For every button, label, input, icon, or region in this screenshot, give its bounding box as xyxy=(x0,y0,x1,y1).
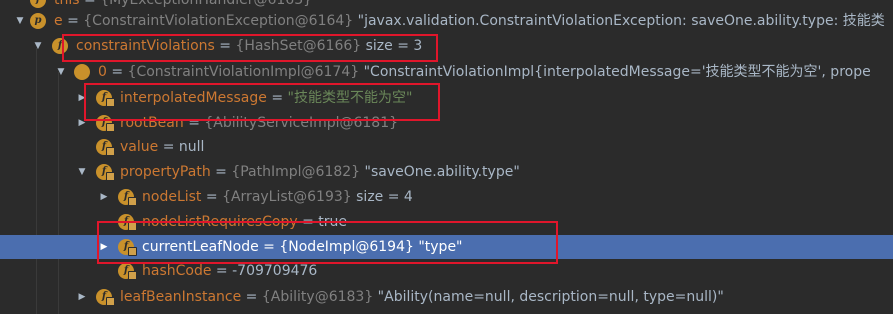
tree-row-value[interactable]: f value = null xyxy=(0,135,893,159)
variable-name: nodeList xyxy=(142,189,202,205)
equals-sign: = xyxy=(214,38,236,54)
lock-icon xyxy=(106,172,115,181)
variable-value: "type" xyxy=(413,239,463,255)
expand-arrow-icon[interactable]: ▼ xyxy=(14,9,26,33)
variable-type: {HashSet@6166} xyxy=(235,38,362,54)
variable-value: size = 3 xyxy=(361,38,423,54)
variable-value: "ConstraintViolationImpl{interpolatedMes… xyxy=(359,64,871,80)
equals-sign: = xyxy=(183,115,205,131)
tree-row-leafBeanInstance[interactable]: ▶ f leafBeanInstance = {Ability@6183} "A… xyxy=(0,285,893,309)
tree-row-e[interactable]: ▼ p e = {ConstraintViolationException@61… xyxy=(0,9,893,33)
variable-type: {Ability@6183} xyxy=(261,289,374,305)
equals-sign: = xyxy=(258,239,280,255)
equals-sign: = xyxy=(297,214,319,230)
tree-row-nodeListRequiresCopy[interactable]: f nodeListRequiresCopy = true xyxy=(0,210,893,234)
tree-row-rootBean[interactable]: ▶ f rootBean = {AbilityServiceImpl@6181} xyxy=(0,111,893,135)
tree-row-propertyPath[interactable]: ▼ f propertyPath = {PathImpl@6182} "save… xyxy=(0,160,893,184)
expand-arrow-icon[interactable]: ▼ xyxy=(55,60,67,84)
lock-icon xyxy=(106,123,115,132)
variable-name: 0 xyxy=(98,64,107,80)
collapse-arrow-icon[interactable]: ▶ xyxy=(98,185,110,209)
variable-type: {ConstraintViolationImpl@6174} xyxy=(127,64,360,80)
equals-sign: = xyxy=(62,13,84,29)
lock-icon xyxy=(106,297,115,306)
variable-value: size = 4 xyxy=(351,189,413,205)
expand-arrow-icon[interactable]: ▼ xyxy=(76,160,88,184)
variable-value: "Ability(name=null, description=null, ty… xyxy=(373,289,724,305)
lock-icon xyxy=(106,98,115,107)
variable-type: {NodeImpl@6194} xyxy=(279,239,414,255)
variable-value: "技能类型不能为空" xyxy=(287,90,413,106)
variable-type: {AbilityServiceImpl@6181} xyxy=(204,115,399,131)
debugger-variables-tree: f this = {MyExceptionHandler@6163} ▼ p e… xyxy=(0,0,893,314)
equals-sign: = xyxy=(158,139,179,155)
variable-value: true xyxy=(318,214,348,230)
expand-arrow-icon[interactable]: ▼ xyxy=(32,34,44,58)
variable-name: e xyxy=(54,13,63,29)
tree-row-interpolatedMessage[interactable]: ▶ f interpolatedMessage = "技能类型不能为空" xyxy=(0,86,893,110)
lock-icon xyxy=(128,247,137,256)
variable-name: nodeListRequiresCopy xyxy=(142,214,298,230)
field-icon: f xyxy=(30,0,46,8)
lock-icon xyxy=(106,147,115,156)
collapse-arrow-icon[interactable]: ▶ xyxy=(76,86,88,110)
parameter-icon: p xyxy=(30,13,46,29)
lock-icon xyxy=(128,197,137,206)
tree-row-index-0[interactable]: ▼ 0 = {ConstraintViolationImpl@6174} "Co… xyxy=(0,60,893,84)
variable-type: {MyExceptionHandler@6163} xyxy=(100,0,313,8)
variable-name: this xyxy=(54,0,80,8)
variable-value: -709709476 xyxy=(232,263,318,279)
variable-name: leafBeanInstance xyxy=(120,289,242,305)
variable-value: null xyxy=(178,139,205,155)
variable-value: "javax.validation.ConstraintViolationExc… xyxy=(353,13,885,29)
equals-sign: = xyxy=(241,289,262,305)
variable-name: rootBean xyxy=(120,115,184,131)
collapse-arrow-icon[interactable]: ▶ xyxy=(98,235,110,259)
collapse-arrow-icon[interactable]: ▶ xyxy=(76,285,88,309)
equals-sign: = xyxy=(210,164,232,180)
equals-sign: = xyxy=(266,90,288,106)
variable-type: {PathImpl@6182} xyxy=(231,164,361,180)
variable-name: value xyxy=(120,139,159,155)
variable-name: currentLeafNode xyxy=(142,239,259,255)
equals-sign: = xyxy=(201,189,223,205)
variable-type: {ArrayList@6193} xyxy=(222,189,352,205)
equals-sign: = xyxy=(211,263,233,279)
variable-type: {ConstraintViolationException@6164} xyxy=(83,13,354,29)
lock-icon xyxy=(128,222,137,231)
tree-row-currentLeafNode[interactable]: ▶ f currentLeafNode = {NodeImpl@6194} "t… xyxy=(0,235,893,259)
field-icon: f xyxy=(52,38,68,54)
tree-row-hashCode[interactable]: f hashCode = -709709476 xyxy=(0,259,893,283)
tree-row-constraintViolations[interactable]: ▼ f constraintViolations = {HashSet@6166… xyxy=(0,34,893,58)
collapse-arrow-icon[interactable]: ▶ xyxy=(76,111,88,135)
variable-name: constraintViolations xyxy=(76,38,215,54)
list-item-icon xyxy=(74,64,90,80)
variable-value: "saveOne.ability.type" xyxy=(360,164,520,180)
variable-name: interpolatedMessage xyxy=(120,90,267,106)
lock-icon xyxy=(128,271,137,280)
variable-name: propertyPath xyxy=(120,164,211,180)
tree-row-nodeList[interactable]: ▶ f nodeList = {ArrayList@6193} size = 4 xyxy=(0,185,893,209)
equals-sign: = xyxy=(79,0,101,8)
equals-sign: = xyxy=(106,64,128,80)
variable-name: hashCode xyxy=(142,263,212,279)
